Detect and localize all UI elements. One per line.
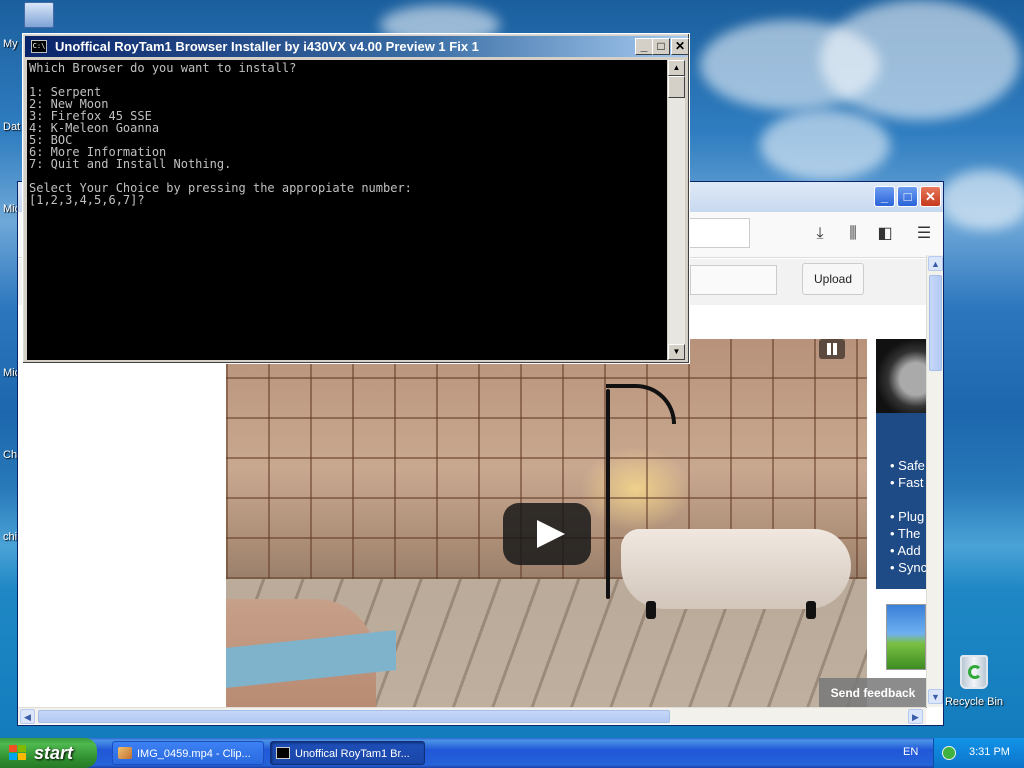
taskbar-item-label: IMG_0459.mp4 - Clip... — [137, 748, 251, 760]
menu-icon[interactable]: ☰ — [914, 224, 934, 244]
video-frame-tub-foot — [646, 601, 656, 619]
horizontal-scroll-thumb[interactable] — [38, 710, 670, 723]
send-feedback-button[interactable]: Send feedback — [819, 678, 927, 708]
windows-flag-icon — [9, 745, 27, 761]
console-scroll-down-icon[interactable]: ▼ — [668, 344, 685, 360]
moon-logo-icon — [876, 339, 926, 413]
video-player[interactable] — [226, 339, 867, 707]
console-line: 4: K-Meleon Goanna — [29, 121, 160, 135]
desktop-icon-label[interactable]: Dat — [3, 121, 20, 133]
download-icon[interactable]: ⤓ — [810, 224, 830, 244]
ad-panel[interactable]: • Safe • Fast • Plug • The • Add • Sync — [876, 339, 926, 589]
sidebar-icon[interactable]: ◧ — [875, 224, 895, 244]
ad-feature-item: • The — [890, 526, 921, 541]
tray-network-icon[interactable] — [942, 746, 956, 760]
taskbar: start IMG_0459.mp4 - Clip... Unoffical R… — [0, 738, 1024, 768]
pause-icon[interactable] — [819, 339, 845, 359]
ad-feature-item: • Add — [890, 543, 921, 558]
console-line: [1,2,3,4,5,6,7]? — [29, 193, 145, 207]
scroll-down-arrow-icon[interactable]: ▼ — [928, 689, 943, 704]
scroll-right-arrow-icon[interactable]: ▶ — [908, 709, 923, 724]
console-titlebar[interactable]: C:\ Unoffical RoyTam1 Browser Installer … — [25, 36, 689, 57]
ad-feature-item: • Fast — [890, 475, 924, 490]
vertical-scroll-thumb[interactable] — [929, 275, 942, 371]
cloud — [760, 110, 890, 180]
taskbar-item-label: Unoffical RoyTam1 Br... — [295, 748, 410, 760]
scroll-left-arrow-icon[interactable]: ◀ — [20, 709, 35, 724]
ad-feature-gap — [890, 491, 926, 508]
recycle-bin-label[interactable]: Recycle Bin — [942, 696, 1006, 708]
ad-feature-list: • Safe • Fast • Plug • The • Add • Sync — [890, 457, 926, 576]
console-window[interactable]: C:\ Unoffical RoyTam1 Browser Installer … — [22, 33, 690, 364]
console-app-icon[interactable]: C:\ — [31, 40, 47, 53]
console-maximize-button[interactable]: □ — [652, 38, 670, 55]
desktop-icon-label[interactable]: chi — [3, 531, 17, 543]
browser-vertical-scrollbar[interactable]: ▲ ▼ — [926, 255, 943, 707]
system-tray: 3:31 PM — [933, 738, 1024, 768]
taskbar-item-installer[interactable]: Unoffical RoyTam1 Br... — [270, 741, 425, 765]
video-frame-bathtub — [621, 529, 851, 609]
console-title: Unoffical RoyTam1 Browser Installer by i… — [55, 39, 479, 54]
ad-feature-item: • Safe — [890, 458, 925, 473]
library-icon[interactable]: ⫼ — [843, 224, 863, 244]
console-line: 7: Quit and Install Nothing. — [29, 157, 232, 171]
console-scrollbar[interactable]: ▲ ▼ — [668, 60, 685, 360]
console-line: 1: Serpent — [29, 85, 102, 99]
play-button[interactable] — [503, 503, 591, 565]
console-close-button[interactable]: ✕ — [671, 38, 689, 55]
ad-feature-item: • Sync — [890, 560, 926, 575]
start-button[interactable]: start — [0, 738, 97, 768]
console-icon — [276, 747, 290, 759]
browser-close-button[interactable]: ✕ — [920, 186, 941, 207]
desktop: My Dat Mic Mic Chi chi Recycle Bin _ □ ✕… — [0, 0, 1024, 738]
cloud — [820, 0, 1020, 120]
scroll-up-arrow-icon[interactable]: ▲ — [928, 256, 943, 271]
language-indicator[interactable]: EN — [903, 746, 918, 758]
taskbar-item-clip[interactable]: IMG_0459.mp4 - Clip... — [112, 741, 264, 765]
film-icon — [118, 747, 132, 759]
browser-maximize-button[interactable]: □ — [897, 186, 918, 207]
desktop-icon-my-computer[interactable] — [24, 2, 54, 28]
console-minimize-button[interactable]: _ — [635, 38, 653, 55]
video-frame-tub-foot — [806, 601, 816, 619]
browser-horizontal-scrollbar[interactable]: ◀ ▶ — [18, 707, 926, 724]
file-field[interactable] — [690, 265, 777, 295]
console-scroll-up-icon[interactable]: ▲ — [668, 60, 685, 76]
clock[interactable]: 3:31 PM — [969, 746, 1010, 758]
cloud — [940, 170, 1024, 230]
xp-thumbnail-image[interactable] — [886, 604, 926, 670]
console-line: Which Browser do you want to install? — [29, 61, 297, 75]
desktop-icon-label[interactable]: My — [3, 38, 18, 50]
upload-button[interactable]: Upload — [802, 263, 864, 295]
start-label: start — [34, 743, 74, 763]
ad-feature-item: • Plug — [890, 509, 925, 524]
console-output[interactable]: Which Browser do you want to install? 1:… — [27, 60, 667, 360]
console-scroll-thumb[interactable] — [668, 76, 685, 98]
browser-minimize-button[interactable]: _ — [874, 186, 895, 207]
recycle-bin-icon[interactable] — [951, 655, 997, 695]
